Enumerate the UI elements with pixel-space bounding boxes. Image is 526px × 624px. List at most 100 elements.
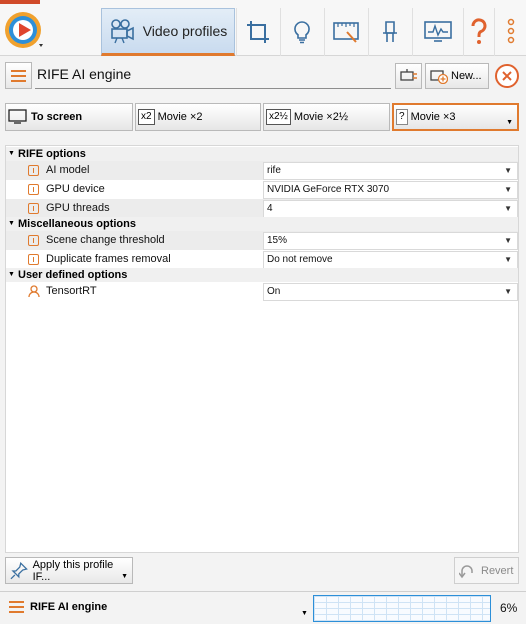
option-value: Do not remove — [267, 254, 333, 265]
profile-name-field[interactable]: RIFE AI engine — [35, 62, 391, 89]
info-icon — [28, 165, 39, 176]
collapse-icon[interactable]: ▼ — [8, 147, 15, 161]
tab-crop[interactable] — [236, 8, 279, 56]
video-camera-icon — [110, 19, 134, 44]
monitor-settings-icon — [399, 69, 417, 81]
scene-change-select[interactable]: 15% ▼ — [263, 232, 518, 250]
movie-x2-5-icon: x2½ — [266, 109, 291, 125]
chevron-down-icon: ▼ — [504, 236, 512, 245]
more-icon — [507, 18, 514, 44]
section-header-rife[interactable]: ▼ RIFE options — [6, 147, 518, 161]
status-bar: RIFE AI engine ▼ 6% — [0, 591, 526, 624]
option-row-ai-model: AI model rife ▼ — [6, 161, 518, 180]
gpu-device-select[interactable]: NVIDIA GeForce RTX 3070 ▼ — [263, 181, 518, 199]
section-title: RIFE options — [18, 148, 86, 160]
ruler-icon — [333, 22, 359, 43]
revert-button[interactable]: Revert — [454, 557, 519, 584]
section-title: User defined options — [18, 269, 128, 281]
new-profile-label: New... — [451, 70, 482, 82]
section-title: Miscellaneous options — [18, 218, 136, 230]
chevron-down-icon[interactable]: ▼ — [506, 119, 513, 126]
preset-label: Movie ×2½ — [293, 111, 349, 123]
preset-to-screen[interactable]: To screen — [5, 103, 133, 131]
lamp-icon — [383, 21, 397, 42]
apply-profile-if-button[interactable]: Apply this profile IF... ▼ — [5, 557, 133, 584]
option-label: GPU device — [46, 183, 105, 195]
new-profile-icon — [430, 70, 448, 84]
info-icon — [28, 254, 39, 265]
tensorrt-select[interactable]: On ▼ — [263, 283, 518, 301]
revert-label: Revert — [481, 564, 514, 577]
top-toolbar: Video profiles — [0, 0, 526, 56]
option-label: AI model — [46, 164, 90, 176]
pin-icon — [10, 561, 28, 579]
collapse-icon[interactable]: ▼ — [8, 268, 15, 282]
info-icon — [28, 184, 39, 195]
option-value: NVIDIA GeForce RTX 3070 — [267, 184, 390, 195]
option-value: 4 — [267, 203, 273, 214]
screen-icon — [8, 109, 27, 124]
option-value: On — [267, 286, 281, 297]
active-profile-name[interactable]: RIFE AI engine — [30, 601, 107, 613]
info-icon — [28, 203, 39, 214]
preset-label: To screen — [31, 111, 83, 123]
gpu-threads-select[interactable]: 4 ▼ — [263, 200, 518, 218]
preset-movie-x2[interactable]: x2 Movie ×2 — [135, 103, 261, 131]
delete-profile-button[interactable] — [495, 64, 519, 88]
tab-help[interactable] — [463, 8, 493, 56]
option-label: Duplicate frames removal — [46, 253, 171, 265]
chevron-down-icon: ▼ — [504, 255, 512, 264]
chevron-down-icon: ▼ — [504, 287, 512, 296]
option-value: rife — [267, 165, 281, 176]
new-profile-button[interactable]: New... — [425, 63, 489, 89]
preset-movie-x2-5[interactable]: x2½ Movie ×2½ — [263, 103, 390, 131]
chevron-down-icon: ▼ — [121, 573, 128, 580]
collapse-icon[interactable]: ▼ — [8, 217, 15, 231]
option-label: TensortRT — [46, 285, 97, 297]
preset-label: Movie ×3 — [410, 111, 456, 123]
ai-model-select[interactable]: rife ▼ — [263, 162, 518, 180]
profile-toolbar: RIFE AI engine New... — [0, 57, 526, 97]
preset-label: Movie ×2 — [157, 111, 203, 123]
option-label: GPU threads — [46, 202, 110, 214]
tab-more[interactable] — [494, 8, 526, 56]
section-header-user[interactable]: ▼ User defined options — [6, 268, 518, 282]
tab-output[interactable] — [368, 8, 411, 56]
chevron-down-icon: ▼ — [504, 185, 512, 194]
tab-lighting[interactable] — [280, 8, 323, 56]
options-panel: ▼ RIFE options AI model rife ▼ GPU devic… — [5, 145, 519, 553]
lightbulb-icon — [294, 21, 310, 44]
user-icon — [28, 285, 40, 298]
tab-video-profiles[interactable]: Video profiles — [101, 8, 235, 56]
info-icon — [28, 235, 39, 246]
tab-screen-control[interactable] — [324, 8, 367, 56]
crop-icon — [247, 21, 269, 43]
option-row-scene-change: Scene change threshold 15% ▼ — [6, 231, 518, 250]
load-graph — [313, 595, 491, 622]
title-strip — [0, 0, 40, 4]
svp-window: Video profiles RIFE AI engine New... To … — [0, 0, 526, 624]
tab-monitor[interactable] — [412, 8, 462, 56]
apply-profile-label: Apply this profile IF... — [32, 558, 114, 583]
profile-settings-button[interactable] — [395, 63, 422, 89]
help-icon — [470, 18, 486, 44]
chevron-down-icon: ▼ — [504, 204, 512, 213]
chevron-down-icon[interactable]: ▼ — [301, 610, 308, 617]
section-header-misc[interactable]: ▼ Miscellaneous options — [6, 217, 518, 231]
app-logo-icon[interactable] — [2, 8, 46, 52]
preset-movie-x3[interactable]: ? Movie ×3 ▼ — [392, 103, 519, 131]
profiles-menu-button[interactable] — [5, 62, 32, 89]
option-row-duplicate-frames: Duplicate frames removal Do not remove ▼ — [6, 250, 518, 269]
duplicate-frames-select[interactable]: Do not remove ▼ — [263, 251, 518, 269]
option-row-gpu-threads: GPU threads 4 ▼ — [6, 199, 518, 218]
hamburger-icon — [11, 69, 26, 72]
chevron-down-icon: ▼ — [504, 166, 512, 175]
option-label: Scene change threshold — [46, 234, 165, 246]
hamburger-icon[interactable] — [9, 601, 24, 613]
option-value: 15% — [267, 235, 288, 246]
monitor-graph-icon — [423, 21, 452, 42]
movie-x2-icon: x2 — [138, 109, 155, 125]
close-icon — [502, 71, 512, 81]
movie-x3-icon: ? — [396, 109, 408, 125]
preset-bar: To screen x2 Movie ×2 x2½ Movie ×2½ ? Mo… — [0, 100, 526, 136]
